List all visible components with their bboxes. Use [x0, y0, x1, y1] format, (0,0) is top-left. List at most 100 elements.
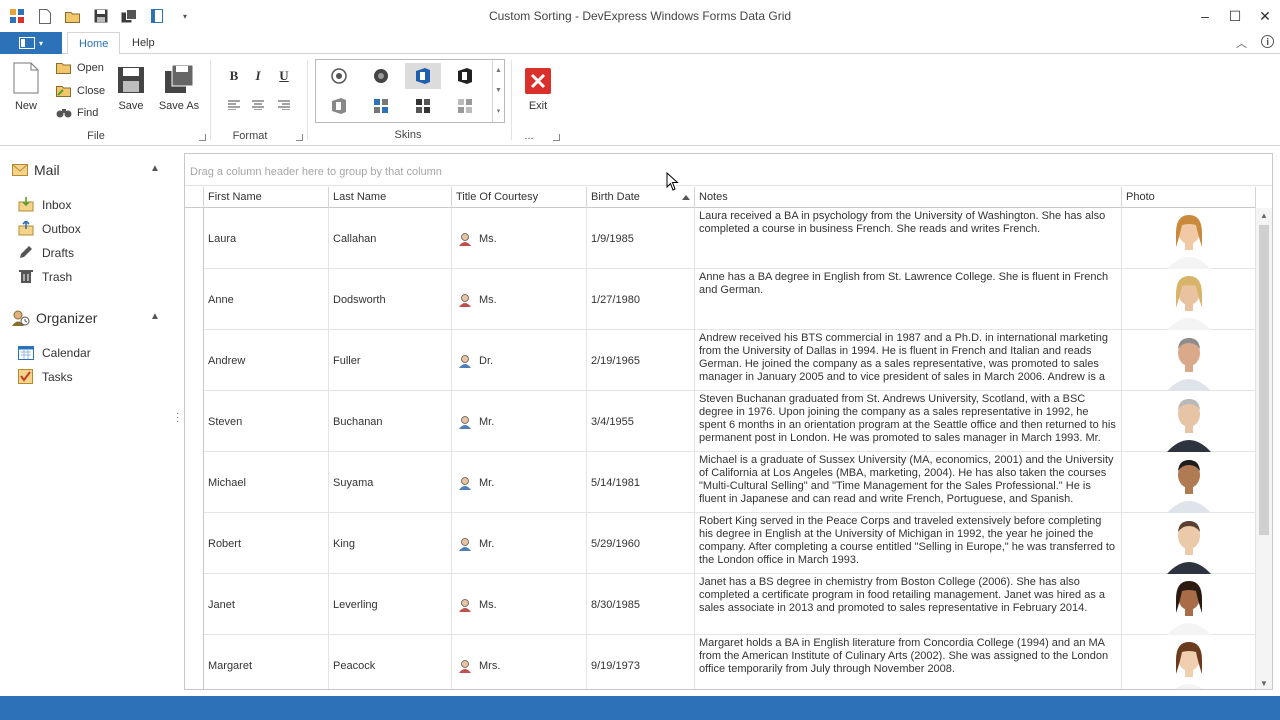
cell-notes[interactable]: Andrew received his BTS commercial in 19…: [695, 330, 1122, 391]
cell-last[interactable]: King: [329, 513, 452, 574]
cell-birth[interactable]: 2/19/1965: [587, 330, 695, 391]
column-header-first-name[interactable]: First Name: [204, 187, 329, 208]
cell-title-of-courtesy[interactable]: Dr.: [452, 330, 587, 391]
cell-first[interactable]: Michael: [204, 452, 329, 513]
column-header-notes[interactable]: Notes: [695, 187, 1122, 208]
cell-title-of-courtesy[interactable]: Ms.: [452, 269, 587, 330]
table-row[interactable]: Anne Dodsworth Ms. 1/27/1980 Anne has a BA d…: [204, 269, 1256, 330]
cell-title-of-courtesy[interactable]: Mr.: [452, 452, 587, 513]
tab-help[interactable]: Help: [121, 32, 166, 55]
table-row[interactable]: Robert King Mr. 5/29/1960 Robert King served…: [204, 513, 1256, 574]
scroll-down-icon[interactable]: ▼: [495, 87, 502, 94]
nav-item-inbox[interactable]: Inbox: [18, 197, 71, 212]
data-grid[interactable]: Drag a column header here to group by th…: [184, 153, 1273, 690]
pane-splitter[interactable]: · · ·: [176, 409, 179, 427]
application-menu-button[interactable]: ▾: [0, 32, 62, 54]
scroll-down-icon[interactable]: ▼: [1260, 679, 1268, 688]
cell-last[interactable]: Callahan: [329, 208, 452, 269]
cell-first[interactable]: Steven: [204, 391, 329, 452]
cell-birth[interactable]: 5/29/1960: [587, 513, 695, 574]
cell-photo[interactable]: [1122, 208, 1256, 269]
table-row[interactable]: Michael Suyama Mr. 5/14/1981 Michael is a gr…: [204, 452, 1256, 513]
align-center-button[interactable]: [248, 95, 268, 115]
align-left-button[interactable]: [224, 95, 244, 115]
cell-last[interactable]: Buchanan: [329, 391, 452, 452]
skin-gallery[interactable]: ▲ ▼ ▾: [315, 59, 505, 123]
cell-photo[interactable]: [1122, 330, 1256, 391]
cell-birth[interactable]: 1/9/1985: [587, 208, 695, 269]
open-button[interactable]: Open: [56, 61, 104, 74]
cell-notes[interactable]: Anne has a BA degree in English from St.…: [695, 269, 1122, 330]
cell-notes[interactable]: Margaret holds a BA in English literatur…: [695, 635, 1122, 689]
group-panel[interactable]: Drag a column header here to group by th…: [185, 154, 1272, 186]
cell-title-of-courtesy[interactable]: Mr.: [452, 391, 587, 452]
cell-last[interactable]: Leverling: [329, 574, 452, 635]
cell-first[interactable]: Robert: [204, 513, 329, 574]
cell-notes[interactable]: Michael is a graduate of Sussex Universi…: [695, 452, 1122, 513]
nav-item-calendar[interactable]: Calendar: [18, 345, 91, 360]
minimize-button[interactable]: –: [1190, 0, 1220, 32]
cell-notes[interactable]: Janet has a BS degree in chemistry from …: [695, 574, 1122, 635]
column-header-photo[interactable]: Photo: [1122, 187, 1256, 208]
skin-item-office-blue[interactable]: [405, 63, 441, 89]
table-row[interactable]: Andrew Fuller Dr. 2/19/1965 Andrew received …: [204, 330, 1256, 391]
underline-button[interactable]: U: [274, 66, 294, 86]
vertical-scrollbar[interactable]: ▲ ▼: [1255, 208, 1272, 689]
nav-item-drafts[interactable]: Drafts: [18, 245, 74, 260]
cell-birth[interactable]: 5/14/1981: [587, 452, 695, 513]
cell-first[interactable]: Anne: [204, 269, 329, 330]
nav-item-outbox[interactable]: Outbox: [18, 221, 81, 236]
cell-birth[interactable]: 1/27/1980: [587, 269, 695, 330]
align-right-button[interactable]: [274, 95, 294, 115]
cell-birth[interactable]: 9/19/1973: [587, 635, 695, 689]
cell-photo[interactable]: [1122, 635, 1256, 689]
close-button[interactable]: Close: [56, 84, 105, 97]
close-window-button[interactable]: ✕: [1250, 0, 1280, 32]
nav-group-mail[interactable]: Mail: [12, 162, 60, 178]
skin-gallery-scroll[interactable]: ▲ ▼ ▾: [492, 60, 504, 122]
cell-first[interactable]: Janet: [204, 574, 329, 635]
cell-photo[interactable]: [1122, 452, 1256, 513]
skin-item-metro-dark[interactable]: [405, 93, 441, 119]
cell-first[interactable]: Margaret: [204, 635, 329, 689]
find-button[interactable]: Find: [56, 107, 98, 119]
cell-title-of-courtesy[interactable]: Ms.: [452, 574, 587, 635]
cell-title-of-courtesy[interactable]: Mrs.: [452, 635, 587, 689]
tab-home[interactable]: Home: [67, 32, 121, 55]
cell-first[interactable]: Laura: [204, 208, 329, 269]
cell-photo[interactable]: [1122, 391, 1256, 452]
cell-birth[interactable]: 3/4/1955: [587, 391, 695, 452]
bold-button[interactable]: B: [224, 66, 244, 86]
new-button[interactable]: New: [2, 60, 50, 112]
nav-item-tasks[interactable]: Tasks: [18, 369, 73, 384]
cell-photo[interactable]: [1122, 269, 1256, 330]
cell-last[interactable]: Suyama: [329, 452, 452, 513]
table-row[interactable]: Margaret Peacock Mrs. 9/19/1973 Margaret hol…: [204, 635, 1256, 689]
cell-notes[interactable]: Laura received a BA in psychology from t…: [695, 208, 1122, 269]
nav-item-trash[interactable]: Trash: [18, 269, 72, 284]
column-header-last-name[interactable]: Last Name: [329, 187, 452, 208]
cell-photo[interactable]: [1122, 574, 1256, 635]
nav-group-organizer[interactable]: Organizer: [12, 310, 97, 326]
cell-photo[interactable]: [1122, 513, 1256, 574]
exit-group-launcher[interactable]: [553, 134, 560, 141]
cell-last[interactable]: Dodsworth: [329, 269, 452, 330]
table-row[interactable]: Laura Callahan Ms. 1/9/1985 Laura received a…: [204, 208, 1256, 269]
table-row[interactable]: Janet Leverling Ms. 8/30/1985 Janet has a BS…: [204, 574, 1256, 635]
cell-notes[interactable]: Robert King served in the Peace Corps an…: [695, 513, 1122, 574]
maximize-button[interactable]: ☐: [1220, 0, 1250, 32]
scroll-up-icon[interactable]: ▲: [495, 67, 502, 74]
skin-item-office-gray[interactable]: [321, 93, 357, 119]
cell-birth[interactable]: 8/30/1985: [587, 574, 695, 635]
skin-item-metro-light[interactable]: [447, 93, 483, 119]
cell-last[interactable]: Peacock: [329, 635, 452, 689]
file-group-launcher[interactable]: [199, 134, 206, 141]
cell-title-of-courtesy[interactable]: Mr.: [452, 513, 587, 574]
skin-item-office-black[interactable]: [447, 63, 483, 89]
cell-title-of-courtesy[interactable]: Ms.: [452, 208, 587, 269]
collapse-mail-icon[interactable]: ▲: [150, 163, 160, 174]
column-header-title-of-courtesy[interactable]: Title Of Courtesy: [452, 187, 587, 208]
skin-item-1[interactable]: [321, 63, 357, 89]
cell-notes[interactable]: Steven Buchanan graduated from St. Andre…: [695, 391, 1122, 452]
cell-last[interactable]: Fuller: [329, 330, 452, 391]
